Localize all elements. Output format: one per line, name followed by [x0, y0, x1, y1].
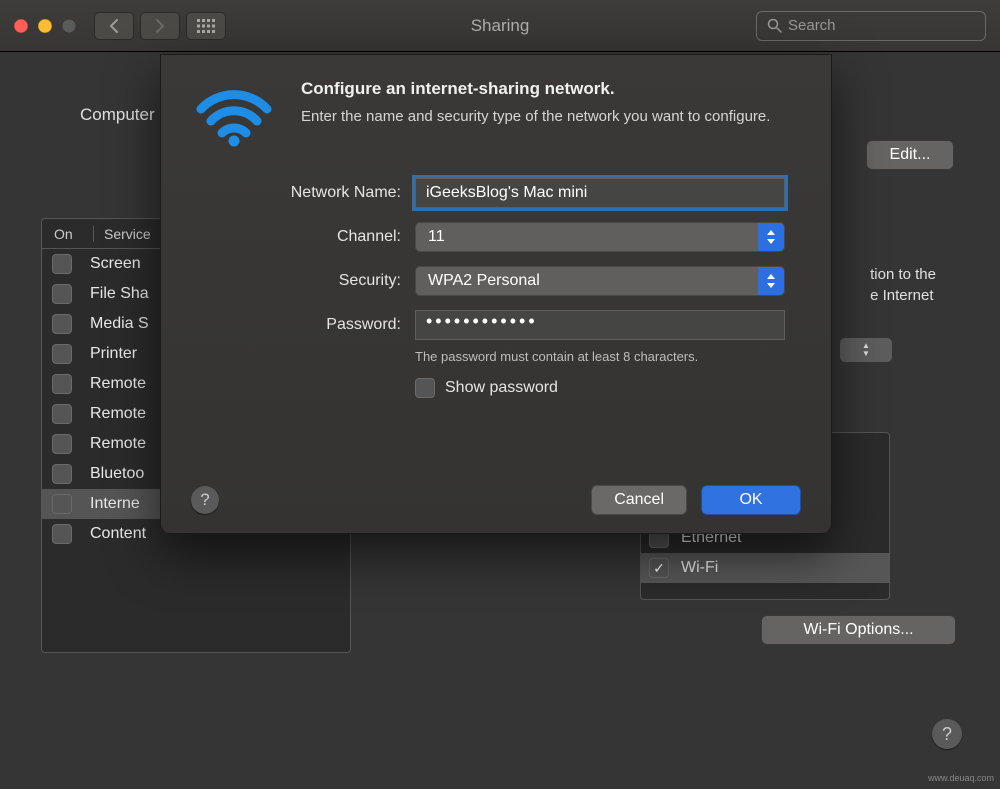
- show-all-button[interactable]: [186, 12, 226, 40]
- ok-button[interactable]: OK: [701, 485, 801, 515]
- close-window-button[interactable]: [14, 19, 28, 33]
- chevron-updown-icon: [758, 223, 784, 251]
- back-button[interactable]: [94, 12, 134, 40]
- service-label: Remote: [90, 375, 146, 393]
- forward-button[interactable]: [140, 12, 180, 40]
- channel-value: 11: [428, 228, 445, 246]
- service-checkbox[interactable]: [52, 344, 72, 364]
- service-label: Media S: [90, 315, 149, 333]
- service-label: Remote: [90, 435, 146, 453]
- password-input[interactable]: ••••••••••••: [415, 310, 785, 340]
- configure-network-sheet: Configure an internet-sharing network. E…: [160, 54, 832, 534]
- chevron-updown-icon: [758, 267, 784, 295]
- cancel-button[interactable]: Cancel: [591, 485, 687, 515]
- service-label: Printer: [90, 345, 137, 363]
- computer-name-label: Computer: [80, 105, 155, 125]
- search-placeholder: Search: [788, 17, 836, 34]
- security-label: Security:: [161, 272, 415, 290]
- description-fragment: tion to the e Internet: [870, 264, 936, 306]
- search-field[interactable]: Search: [756, 11, 986, 41]
- show-password-checkbox[interactable]: [415, 378, 435, 398]
- service-checkbox[interactable]: [52, 254, 72, 274]
- network-name-label: Network Name:: [161, 184, 415, 202]
- service-checkbox[interactable]: [52, 404, 72, 424]
- show-password-label: Show password: [445, 379, 558, 397]
- security-select[interactable]: WPA2 Personal: [415, 266, 785, 296]
- watermark: www.deuaq.com: [928, 773, 994, 783]
- help-button[interactable]: ?: [932, 719, 962, 749]
- column-service: Service: [94, 226, 151, 242]
- window-title: Sharing: [471, 16, 530, 36]
- service-checkbox[interactable]: [52, 524, 72, 544]
- password-hint: The password must contain at least 8 cha…: [415, 349, 785, 364]
- service-checkbox[interactable]: [52, 374, 72, 394]
- password-label: Password:: [161, 316, 415, 334]
- service-checkbox[interactable]: [52, 284, 72, 304]
- service-label: Remote: [90, 405, 146, 423]
- network-name-input[interactable]: [415, 178, 785, 208]
- sheet-subtitle: Enter the name and security type of the …: [301, 107, 770, 127]
- port-checkbox[interactable]: [649, 558, 669, 578]
- port-label: Wi-Fi: [681, 559, 718, 577]
- service-checkbox[interactable]: [52, 464, 72, 484]
- service-label: Interne: [90, 495, 140, 513]
- service-label: Screen: [90, 255, 141, 273]
- wifi-icon: [189, 79, 279, 149]
- port-row[interactable]: Wi-Fi: [641, 553, 889, 583]
- nav-buttons: [94, 12, 180, 40]
- search-icon: [767, 18, 782, 33]
- service-checkbox[interactable]: [52, 434, 72, 454]
- window-controls: [14, 19, 76, 33]
- service-label: Bluetoo: [90, 465, 144, 483]
- sheet-help-button[interactable]: ?: [191, 486, 219, 514]
- service-checkbox[interactable]: [52, 494, 72, 514]
- sheet-title: Configure an internet-sharing network.: [301, 79, 770, 99]
- edit-button[interactable]: Edit...: [866, 140, 954, 170]
- wifi-options-button[interactable]: Wi-Fi Options...: [761, 615, 956, 645]
- zoom-window-button[interactable]: [62, 19, 76, 33]
- security-value: WPA2 Personal: [428, 272, 540, 290]
- service-label: Content: [90, 525, 146, 543]
- minimize-window-button[interactable]: [38, 19, 52, 33]
- channel-select[interactable]: 11: [415, 222, 785, 252]
- share-from-select-arrows[interactable]: ▲▼: [840, 338, 892, 362]
- column-on: On: [42, 226, 94, 242]
- service-label: File Sha: [90, 285, 149, 303]
- titlebar: Sharing Search: [0, 0, 1000, 52]
- service-checkbox[interactable]: [52, 314, 72, 334]
- channel-label: Channel:: [161, 228, 415, 246]
